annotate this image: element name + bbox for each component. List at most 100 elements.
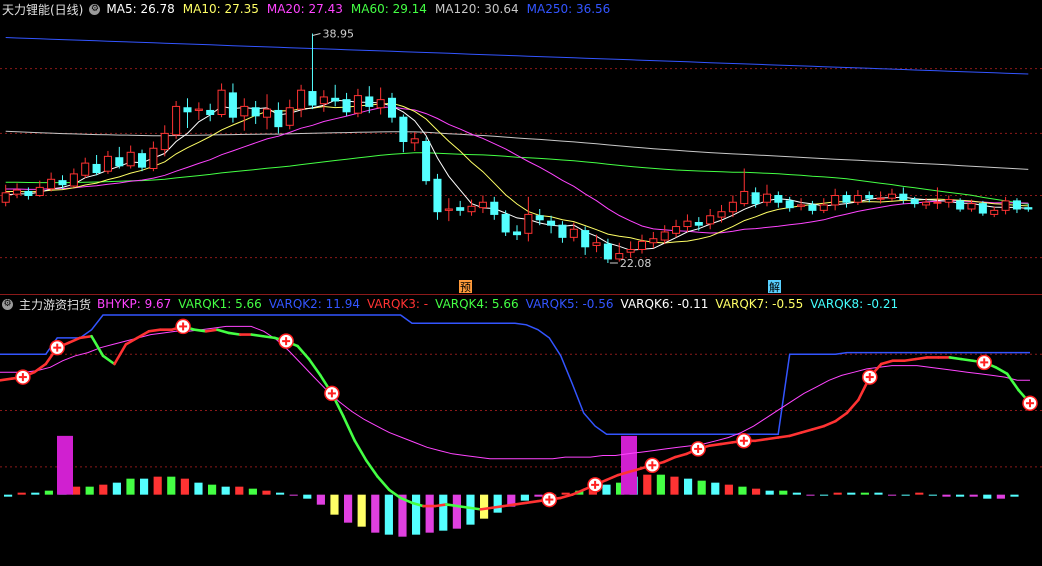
legend-item-bhykp: BHYKP: 9.67 xyxy=(97,297,171,311)
histogram-bar xyxy=(656,474,665,495)
candle xyxy=(831,195,840,206)
histogram-bar xyxy=(928,494,937,496)
price-chart: 38.95 22.08 预 解 xyxy=(0,28,1042,294)
legend-value: 11.94 xyxy=(321,297,360,311)
buy-signal-icon xyxy=(278,333,294,349)
legend-item-varqk5: VARQK5: -0.56 xyxy=(526,297,614,311)
histogram-bar xyxy=(126,478,135,495)
histogram-bar xyxy=(670,476,679,495)
varqk1-segment xyxy=(605,473,620,482)
candle xyxy=(524,213,533,234)
candle xyxy=(331,97,340,102)
histogram-bar xyxy=(711,482,720,495)
candle xyxy=(1001,200,1010,211)
buy-signal-icon xyxy=(976,354,992,371)
legend-value: 26.78 xyxy=(136,2,175,16)
candle xyxy=(399,116,408,142)
varqk1-segment xyxy=(559,493,574,500)
histogram-bar xyxy=(72,486,81,495)
legend-name: VARQK4: xyxy=(435,297,489,311)
candle xyxy=(297,89,306,110)
candle xyxy=(865,195,874,199)
varqk1-segment xyxy=(342,414,357,443)
candle xyxy=(262,108,272,118)
candle xyxy=(1,192,10,203)
candle xyxy=(910,199,919,205)
indicator-legend-bar: ⚙ 主力游资扫货 BHYKP: 9.67 VARQK1: 5.66 VARQK2: … xyxy=(0,295,900,313)
histogram-bar xyxy=(371,494,380,533)
varqk1-segment xyxy=(0,377,13,382)
candle xyxy=(342,99,351,113)
buy-signal-icon xyxy=(324,385,340,402)
legend-name: BHYKP: xyxy=(97,297,141,311)
histogram-bar xyxy=(425,494,434,533)
legend-name: VARQK7: xyxy=(715,297,769,311)
candle xyxy=(13,189,22,195)
histogram-bar xyxy=(480,494,489,519)
candle xyxy=(899,193,908,201)
candle xyxy=(819,204,828,211)
candle xyxy=(206,109,215,115)
settings-icon[interactable]: ⚙ xyxy=(89,3,101,15)
histogram-bar xyxy=(520,494,529,501)
candle xyxy=(69,173,78,187)
legend-value: 5.66 xyxy=(231,297,262,311)
histogram-bar xyxy=(221,486,230,495)
candle xyxy=(138,153,147,168)
candle xyxy=(183,107,192,113)
histogram-bar xyxy=(534,494,543,497)
legend-name: VARQK2: xyxy=(268,297,322,311)
legend-item-ma5: MA5: 26.78 xyxy=(106,2,174,16)
candle xyxy=(706,215,715,225)
varqk1-segment xyxy=(250,333,265,338)
stock-title: 天力锂能(日线) xyxy=(2,2,84,17)
candle xyxy=(501,213,510,233)
candle xyxy=(444,208,453,211)
indicator-panel: ⚙ 主力游资扫货 BHYKP: 9.67 VARQK1: 5.66 VARQK2: … xyxy=(0,295,1042,566)
varqk1-segment xyxy=(525,499,540,505)
candle xyxy=(353,95,362,114)
histogram-bar xyxy=(344,494,353,523)
histogram-bar xyxy=(765,490,774,495)
varqk1-segment xyxy=(822,419,837,428)
candle xyxy=(581,230,590,248)
histogram-bar xyxy=(874,492,883,495)
candle xyxy=(990,209,999,215)
varqk1-segment xyxy=(364,459,379,478)
marker-yu: 预 xyxy=(460,281,471,294)
candle xyxy=(490,201,499,215)
legend-item-varqk4: VARQK4: 5.66 xyxy=(435,297,519,311)
candle xyxy=(172,105,181,136)
candle xyxy=(160,132,169,151)
varqk1-segment xyxy=(101,354,116,366)
candle xyxy=(103,155,112,172)
buy-signal-icon xyxy=(49,339,65,356)
legend-value: -0.55 xyxy=(768,297,804,311)
histogram-bar xyxy=(643,474,652,495)
varqk1-segment xyxy=(193,328,208,333)
candle xyxy=(728,201,737,213)
histogram-bar xyxy=(180,478,189,495)
legend-item-ma60: MA60: 29.14 xyxy=(351,2,427,16)
varqk1-segment xyxy=(719,441,734,446)
candle xyxy=(626,249,635,253)
candle xyxy=(683,220,692,228)
legend-name: MA10: xyxy=(182,2,221,16)
legend-name: MA60: xyxy=(350,2,389,16)
legend-name: MA5: xyxy=(106,2,137,16)
legend-value: -0.56 xyxy=(578,297,614,311)
histogram-bar xyxy=(956,494,965,497)
varqk1-segment xyxy=(204,328,219,333)
histogram-bar xyxy=(248,488,257,495)
legend-value: -0.21 xyxy=(863,297,899,311)
legend-item-varqk6: VARQK6: -0.11 xyxy=(621,297,709,311)
histogram-bar xyxy=(316,494,325,505)
histogram-bar xyxy=(752,488,761,495)
legend-name: VARQK8: xyxy=(810,297,864,311)
candle xyxy=(808,204,817,211)
ma-legend: MA5: 26.78 MA10: 27.35 MA20: 27.43 MA60: 29… xyxy=(106,2,612,16)
settings-icon[interactable]: ⚙ xyxy=(2,298,13,310)
histogram-bar xyxy=(806,494,815,496)
histogram-bar xyxy=(915,492,924,495)
histogram-bar xyxy=(942,494,951,497)
